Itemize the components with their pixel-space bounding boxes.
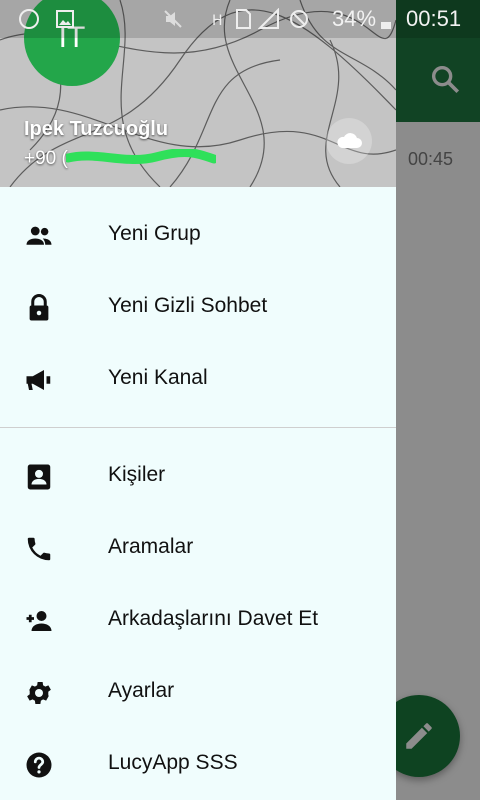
- menu-item-calls[interactable]: Aramalar: [0, 512, 396, 584]
- group-icon: [26, 226, 52, 245]
- menu-label: Yeni Kanal: [108, 366, 208, 389]
- menu-item-contacts[interactable]: Kişiler: [0, 440, 396, 512]
- mute-icon: [164, 10, 182, 28]
- cloud-icon: [337, 133, 362, 148]
- menu-item-faq[interactable]: LucyApp SSS: [0, 728, 396, 800]
- menu-item-new-channel[interactable]: Yeni Kanal: [0, 343, 396, 415]
- navigation-drawer: IT Ipek Tuzcuoğlu +90 ( Yeni Grup Yeni G…: [0, 0, 396, 800]
- menu-label: Yeni Gizli Sohbet: [108, 294, 268, 317]
- battery-icon: [381, 22, 391, 29]
- menu-item-settings[interactable]: Ayarlar: [0, 656, 396, 728]
- sim-icon: [236, 9, 251, 29]
- battery-level: 34%: [332, 6, 377, 31]
- svg-text:H: H: [212, 13, 223, 29]
- menu-label: Aramalar: [108, 535, 194, 558]
- whatsapp-notification-icon: [19, 9, 39, 29]
- cloud-button[interactable]: [326, 118, 372, 164]
- menu-divider: [0, 427, 396, 428]
- user-phone: +90 (: [24, 148, 68, 169]
- clock: 00:51: [406, 6, 462, 31]
- signal-icon: [258, 8, 279, 29]
- add-person-icon: [26, 611, 52, 631]
- menu-item-invite-friends[interactable]: Arkadaşlarını Davet Et: [0, 584, 396, 656]
- gallery-notification-icon: [56, 10, 74, 28]
- menu-label: Kişiler: [108, 463, 166, 486]
- phone-icon: [27, 537, 51, 561]
- menu-label: Arkadaşlarını Davet Et: [108, 607, 319, 630]
- status-bar: H 34% 00:51: [0, 0, 480, 38]
- megaphone-icon: [26, 370, 51, 390]
- lock-icon: [29, 294, 49, 321]
- phone-redaction: [66, 149, 216, 165]
- user-name: Ipek Tuzcuoğlu: [24, 118, 169, 140]
- hplus-icon: H: [212, 13, 223, 29]
- help-icon: [26, 752, 52, 778]
- menu-label: Ayarlar: [108, 679, 175, 702]
- contacts-icon: [27, 464, 51, 490]
- settings-icon: [27, 682, 51, 704]
- menu-label: LucyApp SSS: [108, 751, 238, 774]
- menu-item-new-secret-chat[interactable]: Yeni Gizli Sohbet: [0, 271, 396, 343]
- menu-label: Yeni Grup: [108, 222, 201, 245]
- do-not-disturb-icon: [290, 10, 308, 28]
- menu-item-new-group[interactable]: Yeni Grup: [0, 199, 396, 271]
